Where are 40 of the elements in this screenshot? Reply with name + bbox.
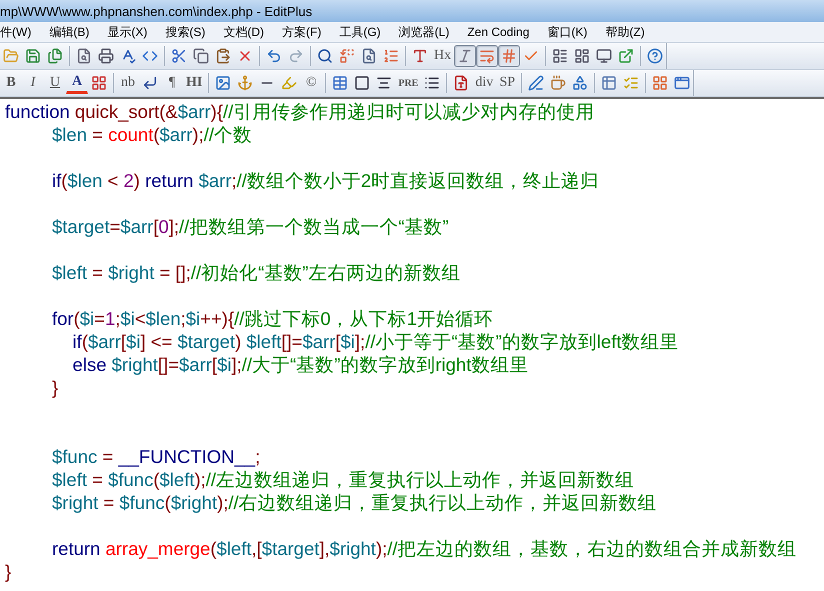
menu-item[interactable]: 方案(F)	[282, 24, 330, 40]
underline-button[interactable]: U	[44, 72, 66, 94]
code-line: if($arr[$i] <= $target) $left[]=$arr[$i];//小于等于“基数”的数字放到left数组里	[72, 330, 678, 353]
code-line: $len = count($arr);//个数	[51, 123, 252, 146]
code-line: $right = $func($right);//右边数组递归，重复执行以上动作，并返回新数组	[51, 491, 657, 514]
div-button[interactable]: div	[472, 72, 496, 94]
font-color-button[interactable]: A	[66, 72, 88, 94]
heading-button[interactable]: Hx	[431, 45, 454, 67]
code-line: return array_merge($left,[$target],$right);//把左边的数组，基数，右边的数组合并成新数组	[51, 537, 797, 560]
nbsp-button[interactable]: nb	[117, 72, 139, 94]
code-line: else $right[]=$arr[$i];//大于“基数”的数字放到right数组里	[72, 353, 528, 376]
menu-item[interactable]: 显示(X)	[107, 24, 156, 40]
code-line: $func = __FUNCTION__;	[51, 445, 260, 468]
menu-item[interactable]: 搜索(S)	[165, 24, 214, 40]
line-numbers-icon[interactable]	[498, 45, 520, 67]
menu-item[interactable]: 文档(D)	[223, 24, 272, 40]
menu-item[interactable]: 浏览器(L)	[398, 24, 458, 40]
menu-item[interactable]: Zen Coding	[467, 25, 538, 39]
word-wrap-icon[interactable]	[476, 45, 498, 67]
menu-item[interactable]: 编辑(B)	[49, 24, 98, 40]
preformatted-button[interactable]: PRE	[395, 72, 422, 94]
window-title: mp\WWW\www.phpnanshen.com\index.php - EditPlus	[0, 4, 312, 18]
code-line: }	[5, 560, 12, 583]
code-line: $left = $func($left);//左边数组递归，重复执行以上动作，并返回新数组	[51, 468, 634, 491]
copyright-button[interactable]: ©	[300, 72, 322, 94]
menu-item[interactable]: 窗口(K)	[547, 24, 596, 40]
code-line: function quick_sort(&$arr){//引用传参作用递归时可以减少对内存的使用	[5, 100, 594, 123]
menu-item[interactable]: 工具(G)	[339, 24, 389, 40]
menu-item[interactable]: 帮助(Z)	[605, 24, 653, 40]
code-line: if($len < 2) return $arr;//数组个数小于2时直接返回数组，终止递归	[51, 169, 600, 192]
code-line: $left = $right = [];//初始化“基数”左右两边的新数组	[51, 261, 460, 284]
italic-button[interactable]: I	[22, 72, 44, 94]
code-line: for($i=1;$i<$len;$i++){//跳过下标0，从下标1开始循环	[51, 307, 493, 330]
code-line: }	[51, 376, 58, 399]
bold-button[interactable]: B	[0, 72, 22, 94]
heading-button[interactable]: HI	[183, 72, 206, 94]
code-line: $target=$arr[0];//把数组第一个数当成一个“基数”	[51, 215, 449, 238]
menu-item[interactable]: 件(W)	[0, 24, 40, 40]
paragraph-button[interactable]: ¶	[161, 72, 183, 94]
span-button[interactable]: SP	[496, 72, 518, 94]
